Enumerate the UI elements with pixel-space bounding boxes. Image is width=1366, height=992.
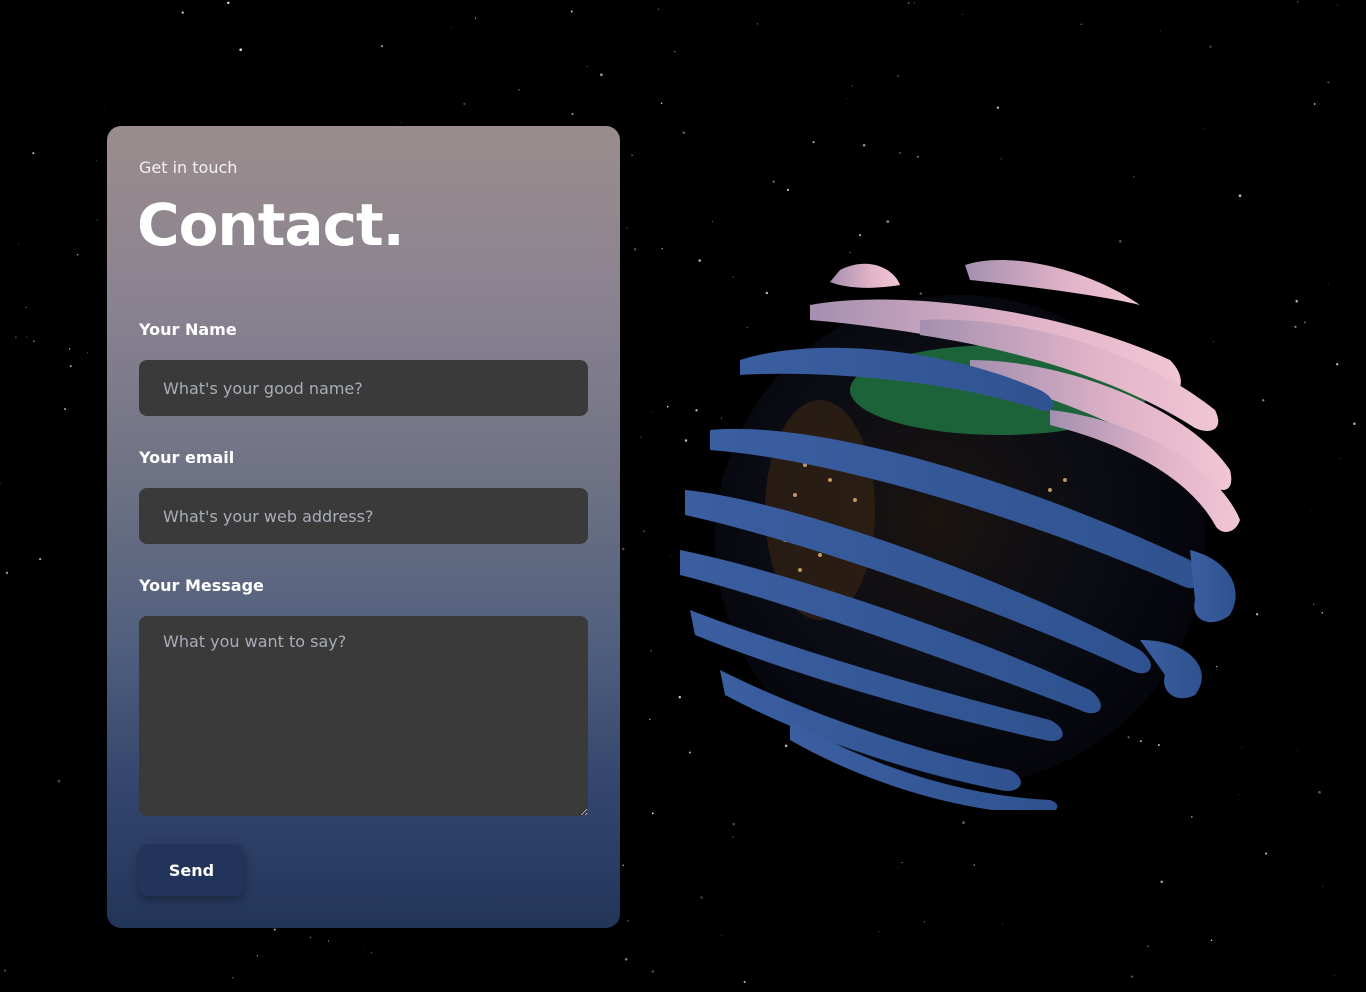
message-label: Your Message: [139, 576, 264, 595]
email-label: Your email: [139, 448, 235, 467]
earth-globe-3d-icon: [680, 259, 1240, 810]
name-label: Your Name: [139, 320, 237, 339]
contact-title: Contact.: [137, 191, 405, 259]
contact-card: Get in touch Contact. Your Name Your ema…: [107, 126, 620, 928]
send-button[interactable]: Send: [139, 844, 244, 896]
contact-subtitle: Get in touch: [139, 158, 238, 177]
name-input[interactable]: [139, 360, 588, 416]
contact-page: Get in touch Contact. Your Name Your ema…: [0, 0, 1366, 992]
message-textarea[interactable]: [139, 616, 588, 816]
email-input[interactable]: [139, 488, 588, 544]
